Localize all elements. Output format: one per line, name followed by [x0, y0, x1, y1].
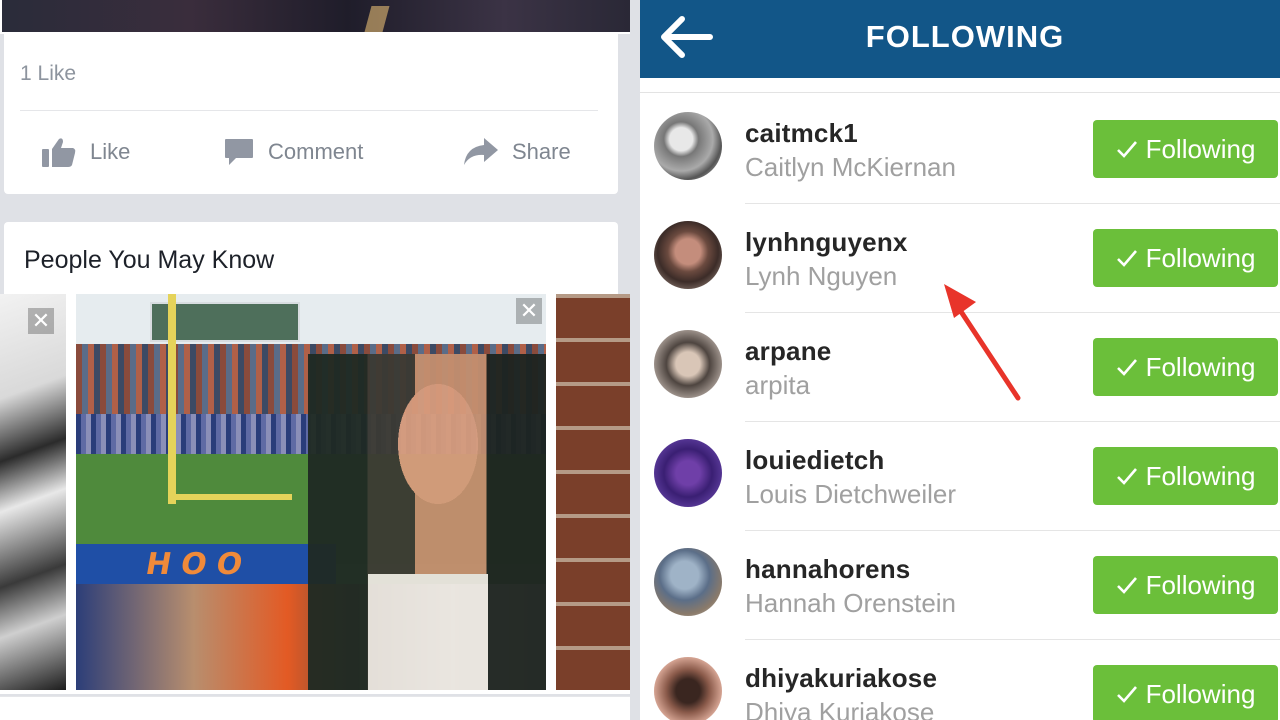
comment-button[interactable]: Comment	[224, 130, 363, 174]
following-label: Following	[1145, 569, 1256, 600]
facebook-feed: 1 Like Like Comment Share People You May…	[0, 0, 638, 720]
divider	[640, 92, 1280, 93]
divider	[20, 110, 598, 111]
username[interactable]: dhiyakuriakose	[745, 663, 937, 694]
avatar[interactable]	[654, 548, 722, 616]
header-bar: FOLLOWING	[640, 0, 1280, 78]
list-item[interactable]: hannahorens Hannah Orenstein Following	[640, 532, 1280, 640]
checkmark-icon	[1116, 686, 1137, 703]
suggestion-photo[interactable]: ✕	[76, 294, 546, 690]
username[interactable]: hannahorens	[745, 554, 910, 585]
following-button[interactable]: Following	[1093, 447, 1278, 505]
checkmark-icon	[1116, 359, 1137, 376]
list-item[interactable]: lynhnguyenx Lynh Nguyen Following	[640, 205, 1280, 313]
checkmark-icon	[1116, 577, 1137, 594]
full-name: Lynh Nguyen	[745, 261, 898, 291]
username[interactable]: caitmck1	[745, 118, 858, 149]
panel-divider	[630, 0, 640, 720]
suggestion-photo[interactable]	[556, 294, 638, 690]
avatar[interactable]	[654, 221, 722, 289]
close-icon[interactable]: ✕	[28, 308, 54, 334]
comment-label: Comment	[268, 139, 364, 164]
checkmark-icon	[1116, 468, 1137, 485]
username[interactable]: louiedietch	[745, 445, 884, 476]
checkmark-icon	[1116, 250, 1137, 267]
post-actions: Like Comment Share	[0, 130, 614, 174]
following-button[interactable]: Following	[1093, 556, 1278, 614]
username[interactable]: arpane	[745, 336, 831, 367]
checkmark-icon	[1116, 141, 1137, 158]
full-name: Dhiya Kuriakose	[745, 697, 935, 720]
comment-icon	[225, 139, 253, 165]
share-icon	[464, 138, 498, 165]
following-label: Following	[1145, 678, 1256, 709]
thumbs-up-icon	[42, 138, 76, 167]
full-name: Hannah Orenstein	[745, 588, 957, 618]
full-name: Caitlyn McKiernan	[745, 152, 956, 182]
username[interactable]: lynhnguyenx	[745, 227, 908, 258]
section-title: People You May Know	[24, 246, 275, 274]
following-button[interactable]: Following	[1093, 229, 1278, 287]
like-label: Like	[90, 139, 131, 164]
likes-count[interactable]: 1 Like	[20, 62, 76, 86]
avatar[interactable]	[654, 330, 722, 398]
list-item[interactable]: louiedietch Louis Dietchweiler Following	[640, 423, 1280, 531]
suggestion-photo[interactable]: ✕	[0, 294, 66, 690]
people-carousel[interactable]: ✕ ✕	[0, 294, 638, 694]
following-label: Following	[1145, 351, 1256, 382]
carousel-footer	[0, 696, 638, 720]
avatar[interactable]	[654, 439, 722, 507]
share-label: Share	[512, 139, 571, 164]
following-button[interactable]: Following	[1093, 120, 1278, 178]
people-you-may-know-card: People You May Know	[4, 222, 618, 294]
page-title: FOLLOWING	[865, 19, 1065, 54]
following-screen: FOLLOWING caitmck1 Caitlyn McKiernan Fol…	[640, 0, 1280, 720]
avatar[interactable]	[654, 657, 722, 720]
following-button[interactable]: Following	[1093, 338, 1278, 396]
post-photo[interactable]	[0, 0, 638, 34]
full-name: arpita	[745, 370, 811, 400]
following-label: Following	[1145, 460, 1256, 491]
close-icon[interactable]: ✕	[516, 298, 542, 324]
following-label: Following	[1145, 133, 1256, 164]
following-button[interactable]: Following	[1093, 665, 1278, 720]
avatar[interactable]	[654, 112, 722, 180]
like-button[interactable]: Like	[42, 130, 130, 174]
share-button[interactable]: Share	[464, 130, 571, 174]
list-item[interactable]: caitmck1 Caitlyn McKiernan Following	[640, 96, 1280, 204]
following-label: Following	[1145, 242, 1256, 273]
list-item[interactable]: dhiyakuriakose Dhiya Kuriakose Following	[640, 641, 1280, 720]
full-name: Louis Dietchweiler	[745, 479, 956, 509]
list-item[interactable]: arpane arpita Following	[640, 314, 1280, 422]
